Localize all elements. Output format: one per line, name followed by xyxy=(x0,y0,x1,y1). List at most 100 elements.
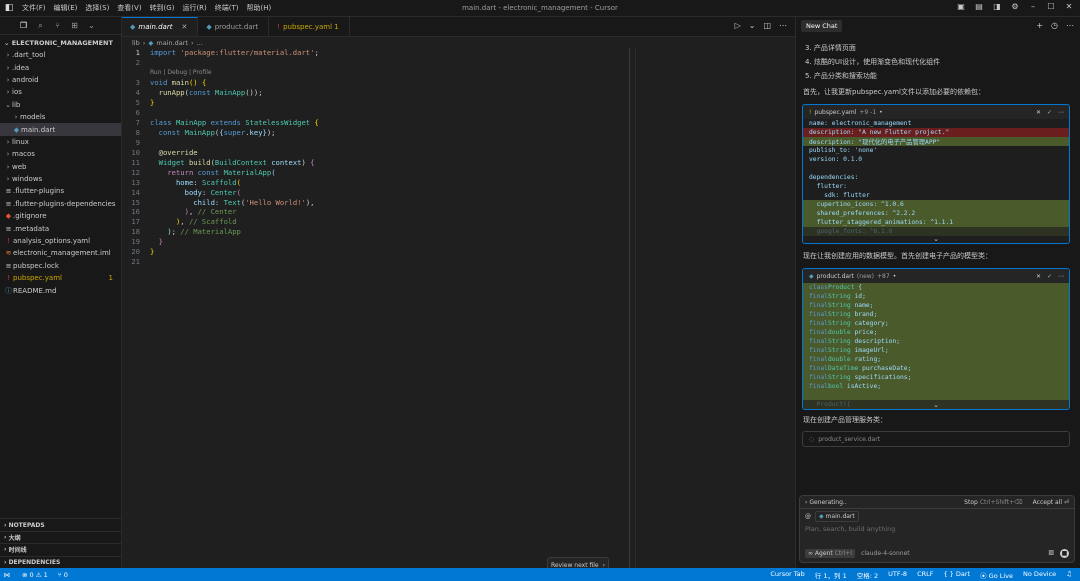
tree-file[interactable]: ≡ .metadata xyxy=(0,222,121,234)
remote-icon[interactable]: ⋈ xyxy=(0,571,14,579)
tree-folder[interactable]: ⌄ lib xyxy=(0,99,121,111)
new-file-tag: (new) xyxy=(856,272,875,280)
accept-icon[interactable]: ✓ xyxy=(1047,273,1052,280)
problems-indicator[interactable]: ⊗ 0 ⚠ 1 xyxy=(22,571,48,579)
accept-all-button[interactable]: Accept all ⏎ xyxy=(1033,499,1069,506)
tree-folder[interactable]: › web xyxy=(0,161,121,173)
menu-item[interactable]: 运行(R) xyxy=(182,3,206,13)
history-icon[interactable]: ◷ xyxy=(1051,21,1058,30)
reject-icon[interactable]: ✕ xyxy=(1036,109,1041,116)
menu-item[interactable]: 终端(T) xyxy=(215,3,239,13)
project-title[interactable]: ⌄ ELECTRONIC_MANAGEMENT xyxy=(0,35,121,49)
pending-file-block[interactable]: ◌ product_service.dart xyxy=(802,431,1070,447)
tree-file[interactable]: ⓘ README.md xyxy=(0,284,121,296)
breadcrumb-item[interactable]: lib xyxy=(132,39,140,47)
code-block-filename[interactable]: product.dart xyxy=(817,273,854,280)
chevron-down-icon[interactable]: ⌄ xyxy=(749,21,756,30)
menu-item[interactable]: 文件(F) xyxy=(22,3,46,13)
editor-area: ◆ main.dart ✕ ◆ product.dart! pubspec.yaml 1 … xyxy=(122,17,795,573)
encoding[interactable]: UTF-8 xyxy=(888,570,907,580)
split-editor-icon[interactable]: ◫ xyxy=(763,21,771,30)
tree-file[interactable]: ≡ pubspec.lock xyxy=(0,260,121,272)
line-number: 17 xyxy=(131,217,140,227)
stop-button[interactable]: Stop Ctrl+Shift+⌫ xyxy=(964,499,1023,506)
tree-folder[interactable]: › linux xyxy=(0,136,121,148)
cursor-tab-status[interactable]: Cursor Tab xyxy=(770,570,804,580)
chevron-down-icon[interactable]: ⌄ xyxy=(86,21,97,30)
menu-item[interactable]: 查看(V) xyxy=(117,3,141,13)
breadcrumb-item[interactable]: ... xyxy=(197,39,203,47)
device-selector[interactable]: No Device xyxy=(1023,570,1056,580)
toggle-secondary-sidebar-icon[interactable]: ◨ xyxy=(992,2,1002,11)
toggle-primary-sidebar-icon[interactable]: ▣ xyxy=(956,2,966,11)
notifications-bell-icon[interactable]: ♫ xyxy=(1066,570,1072,580)
tree-folder[interactable]: › .dart_tool xyxy=(0,49,121,61)
more-icon[interactable]: ⋯ xyxy=(1066,21,1074,30)
indentation[interactable]: 空格: 2 xyxy=(857,570,878,580)
close-tab-icon[interactable]: ✕ xyxy=(181,23,187,31)
reject-icon[interactable]: ✕ xyxy=(1036,273,1041,280)
code-editor[interactable]: 1 import 'package:flutter/material.dart';… xyxy=(122,48,507,267)
code-line: 16 ), // Center xyxy=(122,207,507,217)
tree-folder[interactable]: › ios xyxy=(0,86,121,98)
tree-file[interactable]: ! pubspec.yaml 1 xyxy=(0,272,121,284)
send-icon[interactable]: ■ xyxy=(1060,548,1069,558)
ports-indicator[interactable]: ⑂ 0 xyxy=(58,571,68,579)
at-mention-icon[interactable]: @ xyxy=(805,513,811,520)
model-selector[interactable]: claude-4-sonnet xyxy=(861,550,910,557)
context-file-chip[interactable]: ◆ main.dart xyxy=(815,510,859,522)
editor-tab[interactable]: ◆ main.dart ✕ xyxy=(122,17,199,36)
minimize-icon[interactable]: – xyxy=(1028,2,1038,11)
breadcrumb-item[interactable]: main.dart xyxy=(156,39,188,47)
agent-mode-selector[interactable]: ∞ Agent Ctrl+I xyxy=(805,548,856,558)
chat-header-actions: + ◷ ⋯ xyxy=(1036,21,1074,30)
language-mode[interactable]: { } Dart xyxy=(943,570,970,580)
editor-tab[interactable]: ◆ product.dart xyxy=(198,17,270,36)
menu-item[interactable]: 帮助(H) xyxy=(247,3,272,13)
run-icon[interactable]: ▷ xyxy=(735,21,741,30)
source-control-icon[interactable]: ⑂ xyxy=(52,21,63,30)
explorer-files-icon[interactable]: ❐ xyxy=(18,21,29,30)
close-window-icon[interactable]: ✕ xyxy=(1064,2,1074,11)
chat-input-field[interactable]: Plan, search, build anything xyxy=(800,523,1074,535)
new-chat-tab[interactable]: New Chat xyxy=(801,20,843,32)
menu-item[interactable]: 转到(G) xyxy=(150,3,175,13)
sidebar-panel-header[interactable]: › 时间线 xyxy=(0,543,121,555)
image-attach-icon[interactable]: ▨ xyxy=(1048,549,1054,558)
more-icon[interactable]: ⋯ xyxy=(1058,273,1064,280)
tree-folder[interactable]: › .idea xyxy=(0,61,121,73)
code-line: 17 ), // Scaffold xyxy=(122,217,507,227)
settings-gear-icon[interactable]: ⚙ xyxy=(1010,2,1020,11)
tree-file[interactable]: ≋ electronic_management.iml xyxy=(0,247,121,259)
tree-file[interactable]: ◆ main.dart xyxy=(0,123,121,136)
more-actions-icon[interactable]: ⋯ xyxy=(779,21,787,30)
sidebar-panel-header[interactable]: › DEPENDENCIES xyxy=(0,555,121,568)
sidebar-panel-header[interactable]: › 大纲 xyxy=(0,530,121,543)
tree-file[interactable]: ◆ .gitignore xyxy=(0,210,121,222)
search-icon[interactable]: ⌕ xyxy=(35,21,46,31)
codelens[interactable]: Run | Debug | Profile xyxy=(122,68,507,78)
extensions-icon[interactable]: ⊞ xyxy=(69,21,80,30)
accept-icon[interactable]: ✓ xyxy=(1047,109,1052,116)
tree-file[interactable]: ≡ .flutter-plugins-dependencies xyxy=(0,198,121,210)
tree-folder[interactable]: › android xyxy=(0,74,121,86)
expand-chevron-icon[interactable]: ⌄ xyxy=(803,401,1069,409)
maximize-icon[interactable]: ☐ xyxy=(1046,2,1056,11)
menu-item[interactable]: 编辑(E) xyxy=(54,3,78,13)
sidebar-panel-header[interactable]: › NOTEPADS xyxy=(0,518,121,530)
more-icon[interactable]: ⋯ xyxy=(1058,109,1064,116)
line-ending[interactable]: CRLF xyxy=(917,570,933,580)
tree-folder[interactable]: › windows xyxy=(0,173,121,185)
go-live-button[interactable]: ⦿ Go Live xyxy=(980,570,1013,580)
tree-file[interactable]: ≡ .flutter-plugins xyxy=(0,185,121,197)
toggle-panel-icon[interactable]: ▤ xyxy=(974,2,984,11)
tree-folder[interactable]: › macos xyxy=(0,148,121,160)
editor-tab[interactable]: ! pubspec.yaml 1 xyxy=(269,17,350,36)
tree-file[interactable]: ! analysis_options.yaml xyxy=(0,235,121,247)
cursor-position[interactable]: 行 1，列 1 xyxy=(815,570,847,580)
tree-folder[interactable]: › models xyxy=(0,111,121,123)
menu-item[interactable]: 选择(S) xyxy=(85,3,109,13)
plus-icon[interactable]: + xyxy=(1036,21,1043,30)
expand-chevron-icon[interactable]: ⌄ xyxy=(803,235,1069,243)
code-block-filename[interactable]: pubspec.yaml xyxy=(814,109,856,116)
